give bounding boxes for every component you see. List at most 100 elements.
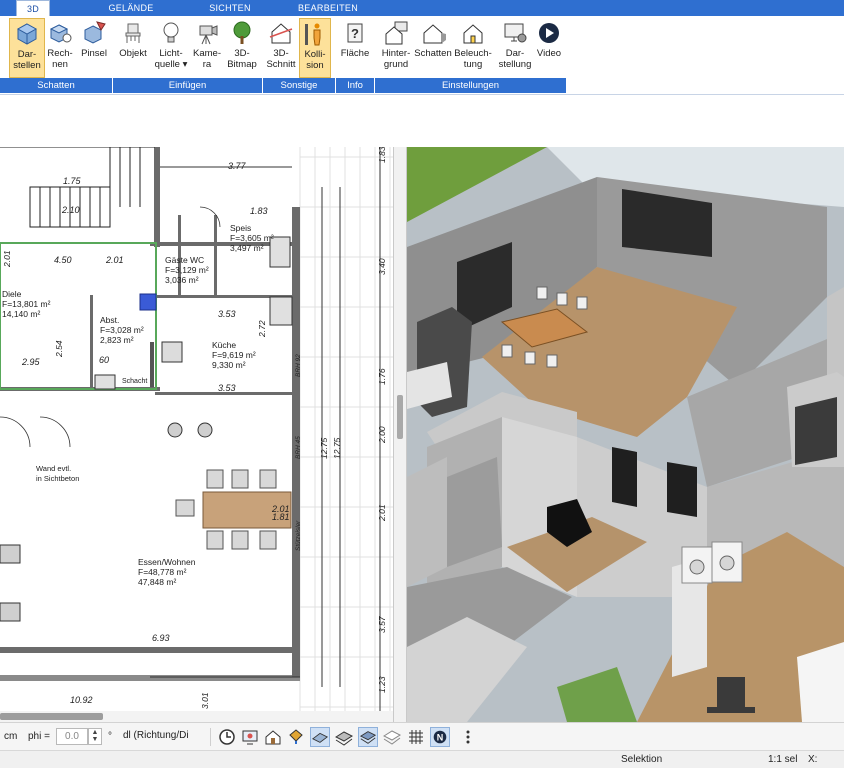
note-stuetzeisler: Stützeisler [295, 520, 302, 551]
mode-dropdown-value: dl (Richtung/Di [123, 730, 189, 741]
room-area-abst: F=3,028 m² [100, 325, 144, 335]
group-schatten: Schatten [0, 78, 113, 93]
door-dark-1 [612, 447, 637, 507]
schatten-label: Schatten [414, 48, 452, 59]
room-area2-kueche: 9,330 m² [212, 360, 246, 370]
plan-stairs [0, 147, 155, 228]
unit-label: cm [4, 731, 18, 742]
video-button[interactable]: Video [533, 18, 565, 78]
layer-outline-icon[interactable] [382, 727, 402, 747]
area-query-icon: ? [347, 23, 363, 43]
3d-scene[interactable] [407, 147, 844, 722]
note-brh-92: BRH 92 [295, 354, 302, 377]
dim-vert-12-75a: 12.75 [319, 437, 329, 459]
screen-cam-icon[interactable] [240, 727, 260, 747]
tab-gelaende[interactable]: GELÄNDE [95, 0, 167, 16]
layer-single-icon[interactable] [310, 727, 330, 747]
grid-icon[interactable] [406, 727, 426, 747]
person-collision-icon [305, 23, 321, 46]
clock-icon[interactable] [217, 727, 237, 747]
dim-3-77: 3.77 [228, 161, 247, 171]
dim-1-83a: 1.83 [250, 206, 268, 216]
lichtquelle-button[interactable]: Licht- quelle ▾ [153, 18, 189, 78]
floor-plan-view[interactable]: Diele F=13,801 m² 14,140 m² Abst. F=3,02… [0, 147, 404, 722]
view-splitter[interactable] [393, 147, 407, 722]
status-bar: Selektion 1:1 sel X: [0, 750, 844, 768]
bitmap-button[interactable]: 3D- Bitmap [224, 18, 260, 78]
dim-3-53a: 3.53 [218, 309, 236, 319]
group-info: Info [336, 78, 375, 93]
group-einfuegen: Einfügen [113, 78, 263, 93]
layer-multi-icon[interactable] [334, 727, 354, 747]
3d-view[interactable] [407, 147, 844, 722]
dim-10-92: 10.92 [70, 695, 93, 705]
door-right [795, 397, 837, 465]
paint-bucket-icon[interactable] [286, 727, 306, 747]
floor-plan-canvas[interactable]: Diele F=13,801 m² 14,140 m² Abst. F=3,02… [0, 147, 403, 722]
cube-render-icon [16, 23, 38, 45]
dim-2-10: 2.10 [61, 205, 80, 215]
kamera-button[interactable]: Kame- ra [191, 18, 223, 78]
darstellen-button[interactable]: Dar- stellen [9, 18, 45, 78]
hintergrund-label: Hinter- grund [381, 48, 411, 70]
schatten-button[interactable]: Schatten [414, 18, 452, 78]
toolbar-separator [210, 728, 211, 746]
hintergrund-button[interactable]: Hinter- grund [378, 18, 414, 78]
dim-4-50: 4.50 [54, 255, 72, 265]
spinner-up-icon[interactable]: ▲ [89, 729, 101, 736]
house-3d-icon[interactable] [263, 727, 283, 747]
rechnen-button[interactable]: Rech- nen [45, 18, 75, 78]
tab-bearbeiten[interactable]: BEARBEITEN [290, 0, 366, 16]
ribbon-tab-bar: 3D GELÄNDE SICHTEN BEARBEITEN [0, 0, 844, 16]
pinsel-label: Pinsel [81, 48, 107, 59]
dim-2-01a: 2.01 [105, 255, 124, 265]
ribbon: Dar- stellen Rech- nen Pinsel Objekt Lic… [0, 16, 844, 95]
dim-vert-3-57: 3.57 [377, 616, 387, 633]
more-icon[interactable] [458, 727, 478, 747]
dim-60: 60 [99, 355, 109, 365]
phi-input[interactable]: 0.0 [56, 728, 88, 745]
tab-3d[interactable]: 3D [16, 0, 50, 16]
dim-3-53b: 3.53 [218, 383, 236, 393]
group-sonstige: Sonstige [263, 78, 336, 93]
room-name-abst: Abst. [100, 315, 119, 325]
north-icon[interactable]: N [430, 727, 450, 747]
note-wand-evtl: Wand evtl. [36, 464, 71, 473]
dim-vert-2-01: 2.01 [377, 504, 387, 522]
schnitt-button[interactable]: 3D- Schnitt [265, 18, 297, 78]
bulb-icon [163, 22, 179, 43]
room-area-kueche: F=9,619 m² [212, 350, 256, 360]
monitor-settings-icon [504, 23, 527, 43]
degree-label: ° [108, 731, 112, 742]
spinner-down-icon[interactable]: ▼ [89, 736, 101, 743]
layer-stack-icon[interactable] [358, 727, 378, 747]
splitter-grip[interactable] [397, 395, 403, 439]
svg-text:N: N [437, 733, 444, 743]
group-einstellungen: Einstellungen [375, 78, 567, 93]
flaeche-button[interactable]: ? Fläche [338, 18, 372, 78]
kollision-button[interactable]: Kolli- sion [299, 18, 331, 78]
beleuchtung-button[interactable]: Beleuch- tung [453, 18, 493, 78]
pinsel-button[interactable]: Pinsel [78, 18, 110, 78]
objekt-button[interactable]: Objekt [116, 18, 150, 78]
phi-spinner[interactable]: ▲ ▼ [88, 728, 102, 745]
dim-vert-2-72: 2.72 [257, 320, 267, 338]
house-cut-icon [269, 23, 293, 44]
plan-scroll-thumb[interactable] [0, 713, 103, 720]
room-area-diele: F=13,801 m² [2, 299, 51, 309]
dim-vert-2-54: 2.54 [54, 340, 64, 358]
plan-horizontal-scrollbar[interactable] [0, 711, 403, 722]
kamera-label: Kame- ra [193, 48, 221, 70]
mode-dropdown[interactable]: dl (Richtung/Di [121, 728, 205, 745]
dim-1-81: 1.81 [272, 512, 290, 522]
tab-sichten[interactable]: SICHTEN [192, 0, 268, 16]
room-area2-speis: 3,497 m² [230, 243, 264, 253]
room-area-gaeste-wc: F=3,129 m² [165, 265, 209, 275]
svg-text:?: ? [351, 26, 359, 41]
cube-brush-icon [84, 21, 106, 44]
washing-machines [681, 541, 743, 584]
darstellung-button[interactable]: Dar- stellung [495, 18, 535, 78]
room-area-essen-wohnen: F=48,778 m² [138, 567, 187, 577]
cube-calc-icon [49, 24, 72, 43]
room-name-diele: Diele [2, 289, 22, 299]
